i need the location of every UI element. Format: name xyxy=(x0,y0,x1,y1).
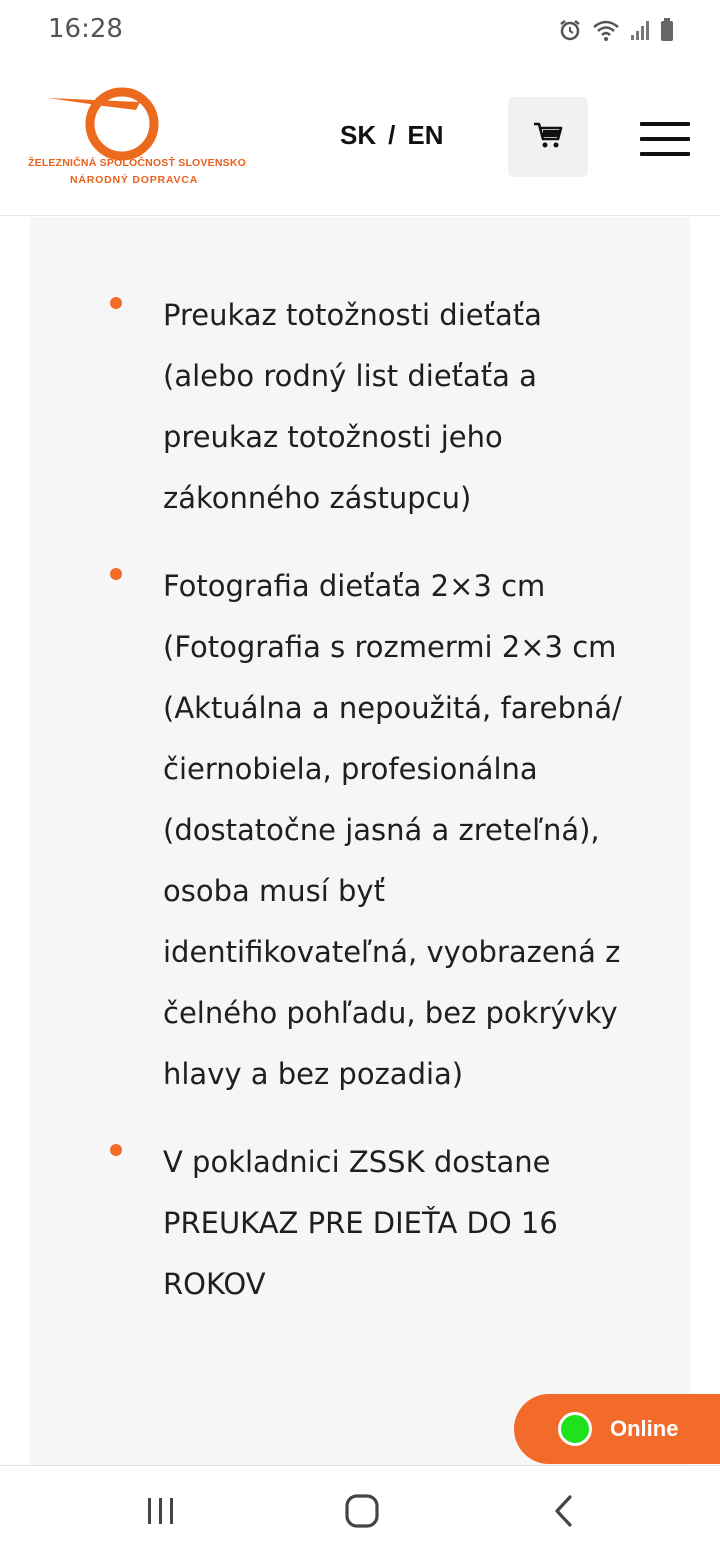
language-switcher: SK / EN xyxy=(340,120,443,151)
bullet-dot xyxy=(110,568,122,580)
logo-text-tagline: NÁRODNÝ DOPRAVCA xyxy=(70,174,199,186)
list-item: Fotografia dieťaťa 2×3 cm (Fotografia s … xyxy=(30,556,690,1105)
list-item-text: Preukaz totožnosti dieťaťa (alebo rodný … xyxy=(163,298,542,515)
bullet-dot xyxy=(110,297,122,309)
list-item-text: Fotografia dieťaťa 2×3 cm (Fotografia s … xyxy=(163,569,622,1091)
back-button[interactable] xyxy=(504,1466,624,1560)
cart-button[interactable] xyxy=(508,97,588,177)
lang-sk-link[interactable]: SK xyxy=(340,120,376,151)
online-status-indicator xyxy=(558,1412,592,1446)
list-item: V pokladnici ZSSK dostane PREUKAZ PRE DI… xyxy=(30,1132,690,1315)
site-header: ŽELEZNIČNÁ SPOLOČNOSŤ SLOVENSKO NÁRODNÝ … xyxy=(0,60,720,216)
lang-separator: / xyxy=(388,120,396,150)
requirements-list: Preukaz totožnosti dieťaťa (alebo rodný … xyxy=(30,297,690,1354)
online-chat-button[interactable]: Online xyxy=(514,1394,720,1464)
signal-icon xyxy=(630,19,650,41)
list-item-text: V pokladnici ZSSK dostane PREUKAZ PRE DI… xyxy=(163,1145,558,1301)
lang-en-link[interactable]: EN xyxy=(407,120,443,151)
wifi-icon xyxy=(592,18,620,42)
battery-icon xyxy=(660,18,674,42)
list-item: Preukaz totožnosti dieťaťa (alebo rodný … xyxy=(30,285,690,529)
zssk-logo-mark xyxy=(48,87,159,161)
status-time: 16:28 xyxy=(48,14,123,44)
recent-apps-icon xyxy=(145,1495,177,1532)
alarm-icon xyxy=(558,18,582,42)
zssk-logo[interactable]: ŽELEZNIČNÁ SPOLOČNOSŤ SLOVENSKO NÁRODNÝ … xyxy=(28,84,246,194)
requirements-panel: Preukaz totožnosti dieťaťa (alebo rodný … xyxy=(30,217,690,1465)
system-navigation-bar xyxy=(0,1465,720,1560)
online-chat-label: Online xyxy=(610,1416,679,1441)
home-icon xyxy=(344,1493,380,1534)
cart-icon xyxy=(533,121,563,154)
back-icon xyxy=(552,1494,576,1533)
status-icons xyxy=(558,16,674,44)
bullet-dot xyxy=(110,1144,122,1156)
logo-text-company: ŽELEZNIČNÁ SPOLOČNOSŤ SLOVENSKO xyxy=(28,157,246,169)
status-bar: 16:28 xyxy=(0,0,720,60)
home-button[interactable] xyxy=(302,1466,422,1560)
hamburger-menu-button[interactable] xyxy=(640,122,690,156)
recent-apps-button[interactable] xyxy=(101,1466,221,1560)
